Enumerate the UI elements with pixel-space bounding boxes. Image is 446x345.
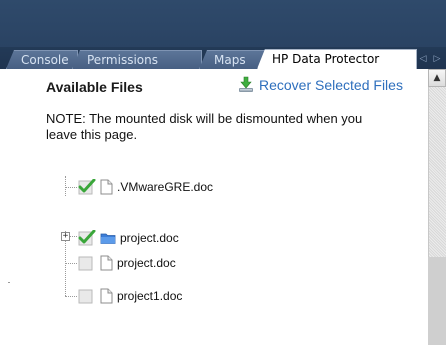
tree-item[interactable]: project1.doc — [78, 286, 182, 306]
divider — [8, 282, 10, 283]
app-root: Console Permissions Maps HP Data Protect… — [0, 0, 446, 345]
tab-label: Maps — [214, 53, 246, 67]
document-icon — [100, 179, 113, 195]
tree-line — [65, 176, 66, 196]
folder-icon — [100, 233, 116, 244]
scrollbar-track[interactable] — [428, 87, 446, 257]
file-name: project.doc — [117, 256, 176, 270]
expand-icon[interactable]: + — [61, 232, 70, 241]
checkbox-unchecked[interactable] — [78, 288, 96, 304]
file-name: .VMwareGRE.doc — [117, 180, 214, 194]
chevron-right-icon[interactable]: ▷ — [432, 53, 442, 65]
file-tree: .VMwareGRE.doc + project.doc project.doc… — [0, 69, 420, 345]
tree-item[interactable]: project.doc — [78, 253, 176, 273]
tree-item[interactable]: project.doc — [78, 228, 179, 248]
tab-label: Console — [21, 53, 69, 67]
scroll-up-arrow-icon[interactable]: ▲ — [428, 69, 446, 87]
available-files-panel: Available Files Recover Selected Files N… — [0, 69, 446, 345]
tab-permissions[interactable]: Permissions — [72, 50, 202, 69]
document-icon — [100, 255, 113, 271]
tree-line — [70, 236, 77, 237]
tab-console[interactable]: Console — [6, 50, 78, 69]
tree-line — [65, 263, 77, 264]
vertical-scrollbar[interactable]: ▲ — [428, 69, 446, 345]
file-name: project.doc — [120, 231, 179, 245]
tree-item[interactable]: .VMwareGRE.doc — [78, 177, 213, 197]
tab-hp-data-protector[interactable]: HP Data Protector — [257, 49, 417, 69]
file-name: project1.doc — [117, 289, 183, 303]
tab-strip: Console Permissions Maps HP Data Protect… — [0, 47, 446, 69]
tree-line — [65, 187, 77, 188]
tab-label: Permissions — [87, 53, 158, 67]
checkbox-unchecked[interactable] — [78, 255, 96, 271]
header-band — [0, 0, 446, 47]
tree-line — [65, 296, 77, 297]
document-icon — [100, 288, 113, 304]
checkbox-checked[interactable] — [78, 179, 96, 195]
scrollbar-thumb[interactable] — [428, 257, 446, 345]
checkbox-checked[interactable] — [78, 230, 96, 246]
tab-label: HP Data Protector — [272, 52, 380, 66]
chevron-left-icon[interactable]: ◁ — [418, 53, 428, 65]
